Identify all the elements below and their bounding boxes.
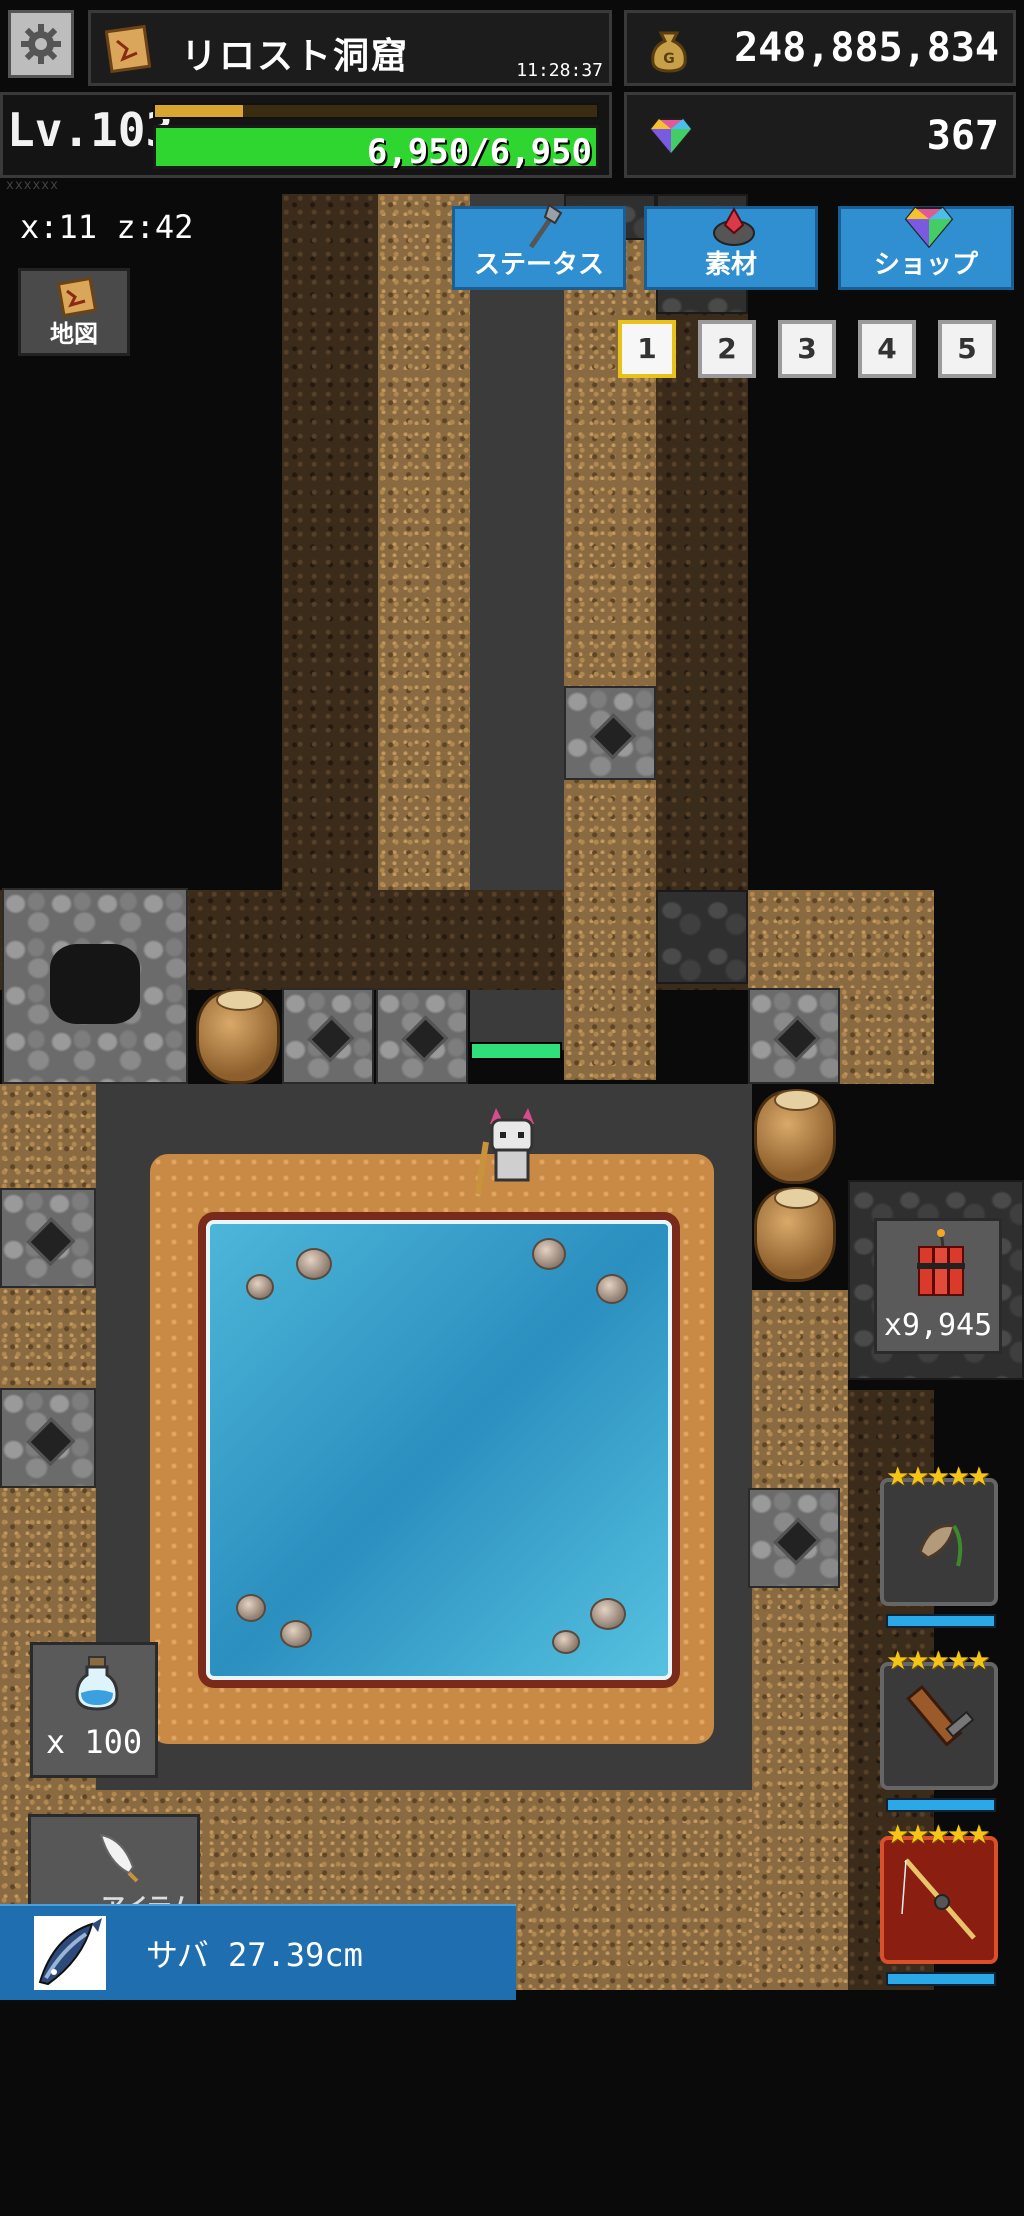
durability-bar: [886, 1798, 996, 1812]
potion-count: x 100: [45, 1723, 143, 1761]
rarity-stars: ★★★★★: [886, 1646, 991, 1676]
status-button-label: ステータス: [473, 250, 604, 280]
materials-button-label: 素材: [704, 250, 757, 280]
map-scroll-icon: [105, 24, 151, 74]
dynamite-item-button[interactable]: x9,945: [874, 1218, 1002, 1354]
durability-bar: [886, 1972, 996, 1986]
level-label: Lv.103: [7, 103, 174, 157]
ore-rock-block[interactable]: [748, 1488, 840, 1588]
gold-panel: G 248,885,834: [624, 10, 1016, 86]
catch-text: サバ 27.39cm: [146, 1936, 363, 1974]
map-button-label: 地図: [50, 320, 98, 348]
dynamite-icon: [917, 1229, 965, 1296]
mackerel-fish-icon: [38, 1918, 102, 1986]
rarity-stars: ★★★★★: [886, 1462, 991, 1492]
dynamite-count: x9,945: [883, 1308, 993, 1343]
ore-rock-block[interactable]: [376, 988, 468, 1084]
pond-rock: [280, 1620, 312, 1648]
pond-rock: [246, 1274, 274, 1300]
equip-slot-sword[interactable]: ★★★★★: [880, 1646, 998, 1812]
shop-button[interactable]: ショップ: [838, 206, 1014, 290]
progress-bar: [470, 1042, 562, 1060]
slot-4-button[interactable]: 4: [858, 320, 916, 378]
dirt-tile: [752, 1290, 848, 1990]
pond-rock: [532, 1238, 566, 1270]
fishing-rod-icon: [901, 1858, 976, 1940]
hp-text: 6,950/6,950: [366, 132, 592, 172]
ruby-ore-block[interactable]: [282, 988, 374, 1084]
ore-rock-block[interactable]: [0, 1188, 96, 1288]
fish-thumbnail: [34, 1916, 106, 1990]
pond-rock: [236, 1594, 266, 1622]
durability-bar: [886, 1614, 996, 1628]
hp-bar: 6,950/6,950: [153, 125, 599, 172]
player-coordinates: x:11 z:42: [20, 208, 194, 246]
map-scroll-icon: [56, 276, 98, 318]
pond-rock: [596, 1274, 628, 1304]
ore-rock-block[interactable]: [0, 1388, 96, 1488]
slot-1-button[interactable]: 1: [618, 320, 676, 378]
catch-notification: サバ 27.39cm: [0, 1904, 516, 2000]
map-button[interactable]: 地図: [18, 268, 130, 356]
dark-stone-block: [656, 890, 748, 984]
clay-jar[interactable]: [754, 1187, 836, 1282]
rainbow-gem-icon: [649, 118, 693, 155]
ruby-ore-icon: [713, 206, 755, 246]
settings-button[interactable]: [8, 10, 74, 78]
dirt-tile: [378, 194, 470, 890]
clock-time: 11:28:37: [516, 60, 603, 81]
xp-bar-fill: [155, 105, 244, 117]
dirt-tile: [564, 890, 656, 1080]
status-button[interactable]: ステータス: [452, 203, 626, 290]
shop-button-label: ショップ: [873, 250, 978, 280]
svg-text:G: G: [663, 51, 675, 67]
quill-icon: [99, 1833, 139, 1883]
potion-item-button[interactable]: x 100: [30, 1642, 158, 1778]
ore-rock-block[interactable]: [748, 988, 840, 1084]
dirt-tile: [840, 988, 934, 1084]
player-cat-character: [476, 1108, 534, 1195]
equip-slot-rod[interactable]: ★★★★★: [880, 1820, 998, 1986]
dark-dirt-tile: [282, 194, 378, 890]
location-name: リロスト洞窟: [181, 36, 410, 77]
slot-2-button[interactable]: 2: [698, 320, 756, 378]
location-panel: リロスト洞窟 11:28:37: [88, 10, 612, 86]
xp-bar: [153, 103, 599, 119]
gear-icon: [21, 24, 61, 64]
dirt-tile: [564, 194, 656, 890]
wooden-sword-icon: [906, 1684, 975, 1747]
clay-jar[interactable]: [754, 1089, 836, 1184]
materials-button[interactable]: 素材: [644, 206, 818, 290]
pond-rock: [296, 1248, 332, 1280]
potion-bottle-icon: [75, 1656, 119, 1711]
bait-icon: [918, 1524, 963, 1567]
item-tab-button[interactable]: アイテム: [28, 1814, 200, 1921]
gem-amount: 367: [926, 113, 999, 159]
slot-3-button[interactable]: 3: [778, 320, 836, 378]
gem-panel: 367: [624, 92, 1016, 178]
rarity-stars: ★★★★★: [886, 1820, 991, 1850]
equip-slot-bait[interactable]: ★★★★★: [880, 1462, 998, 1628]
cave-hole: [50, 944, 140, 1024]
ore-rock-block[interactable]: [564, 686, 656, 780]
pond-rock: [552, 1630, 580, 1654]
clay-jar[interactable]: [196, 989, 280, 1084]
gold-amount: 248,885,834: [734, 25, 999, 71]
pond-rock: [590, 1598, 626, 1630]
slot-5-button[interactable]: 5: [938, 320, 996, 378]
level-panel: Lv.103 6,950/6,950: [0, 92, 612, 178]
gold-bag-icon: G: [651, 31, 687, 73]
